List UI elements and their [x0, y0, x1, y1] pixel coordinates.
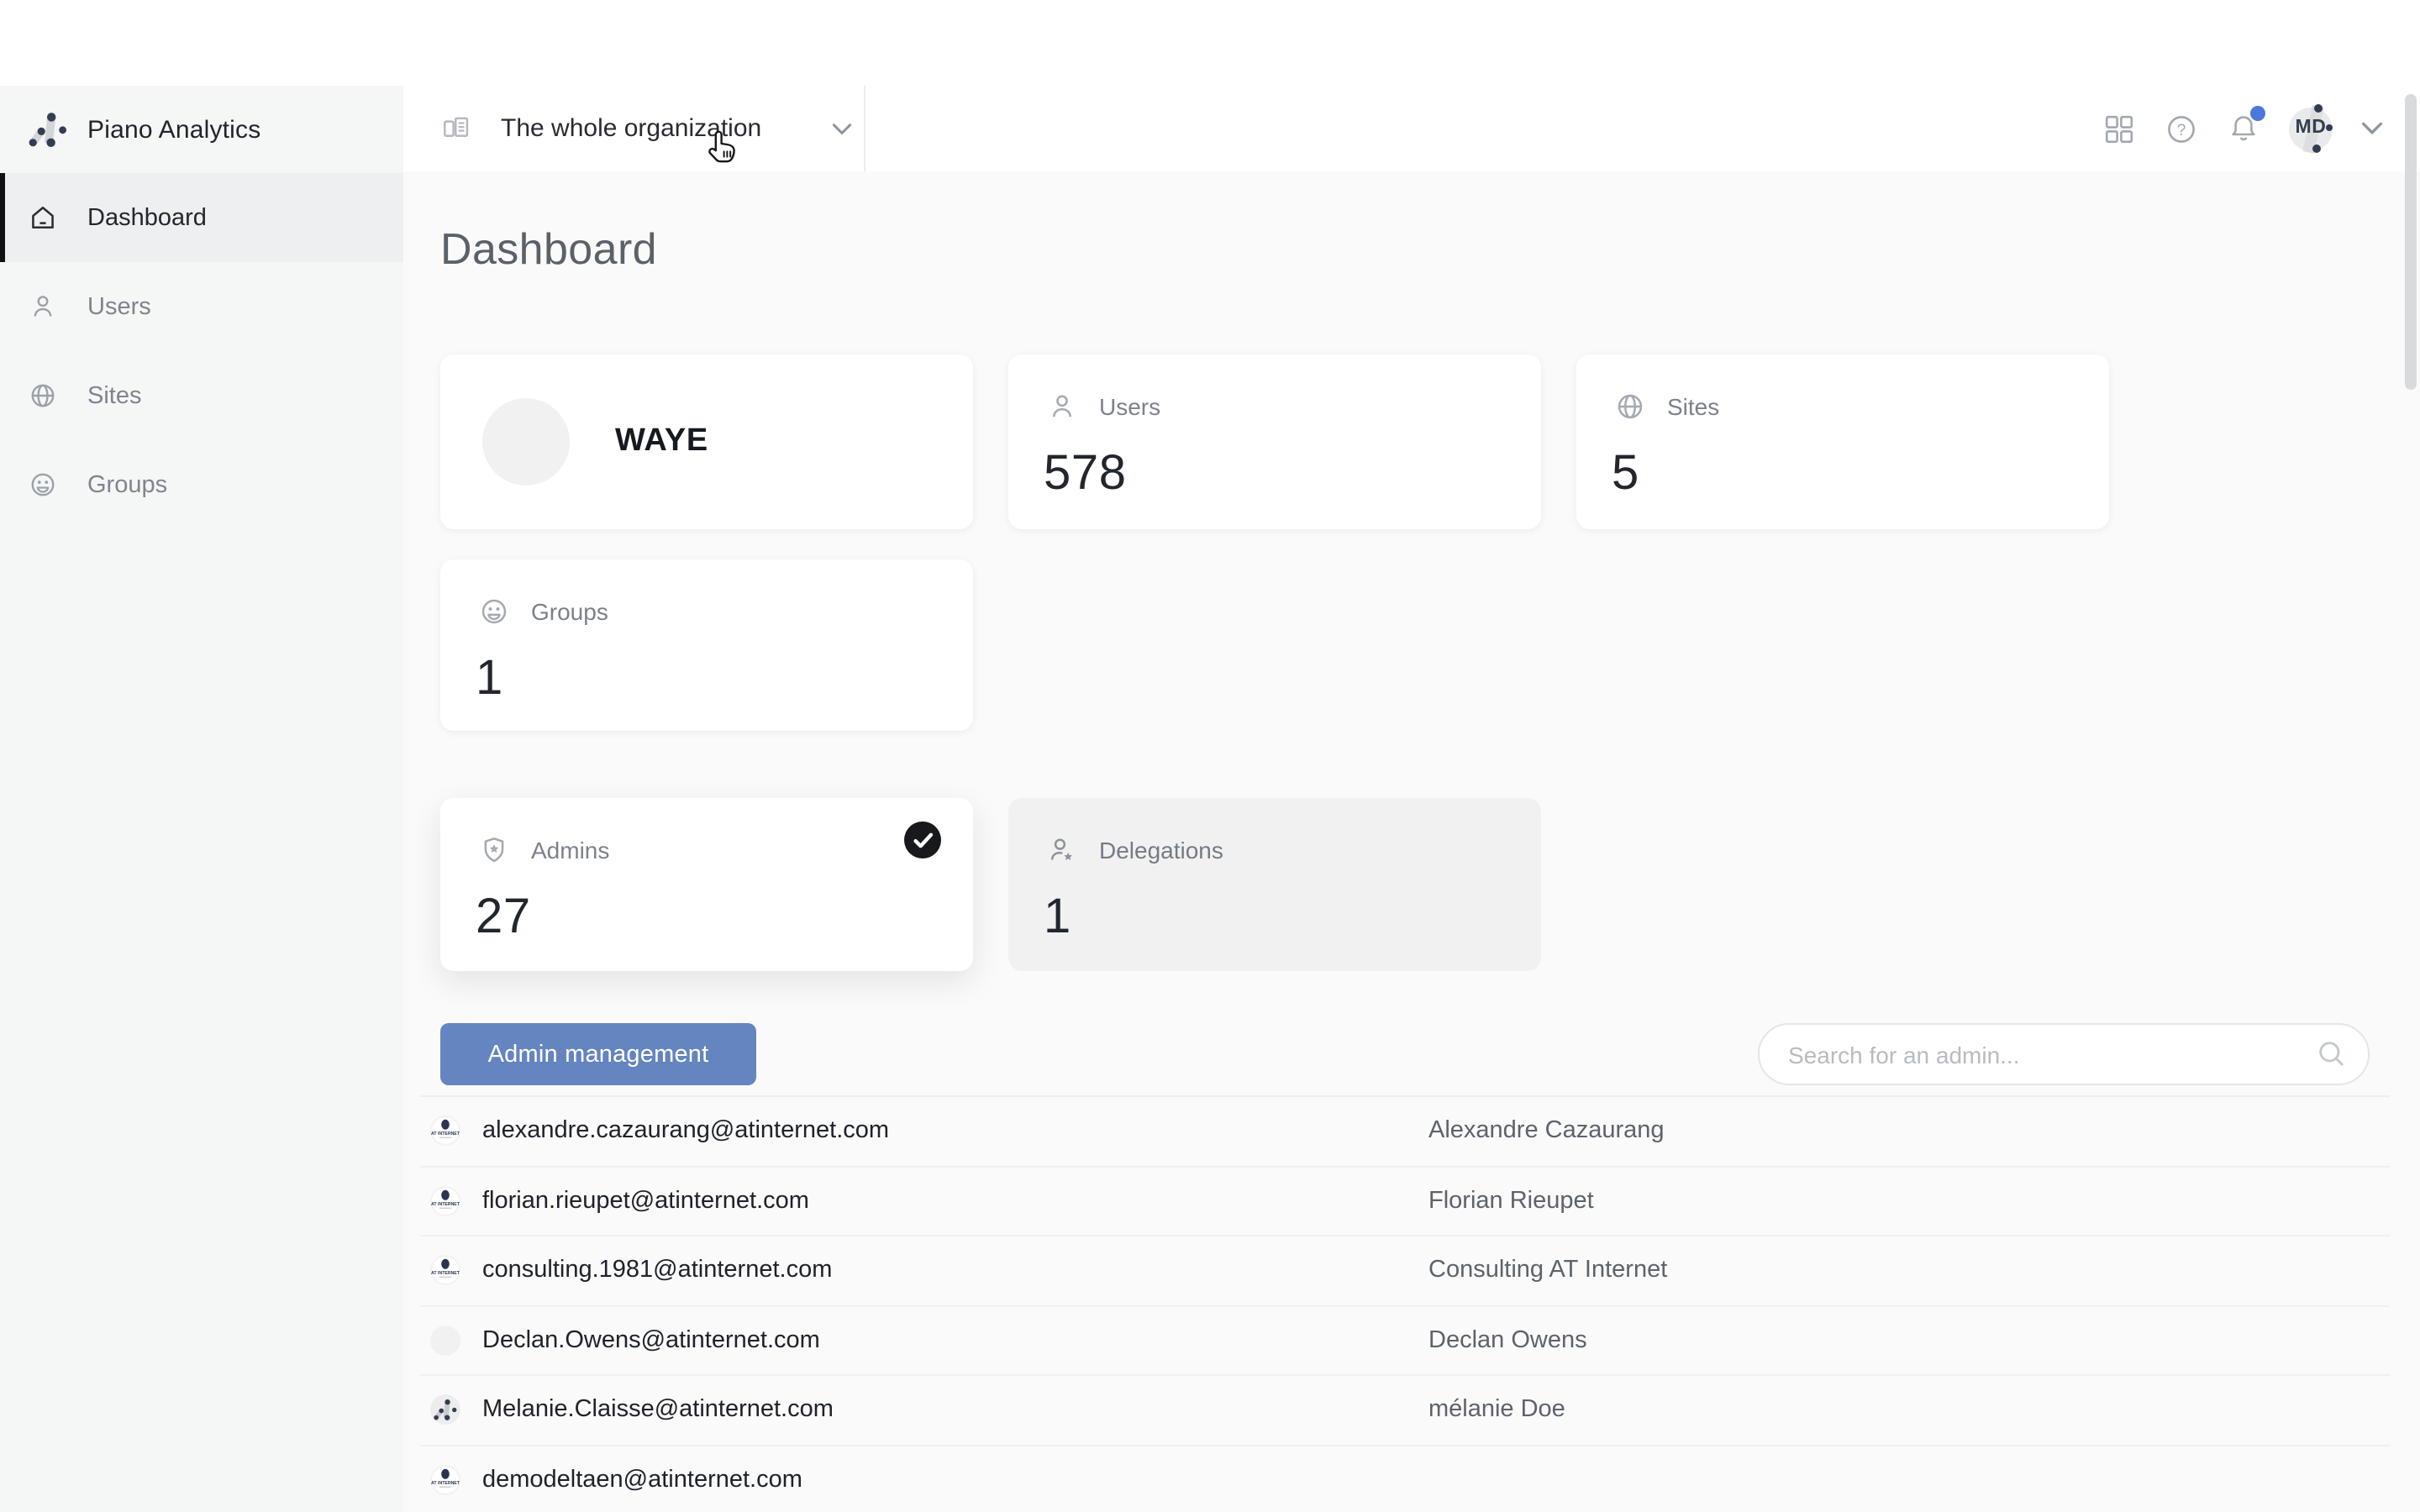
brand-name: Piano Analytics: [87, 115, 260, 144]
sidebar-item-users[interactable]: Users: [0, 262, 403, 351]
page-title: Dashboard: [440, 222, 2370, 276]
globe-icon: [29, 381, 57, 410]
chevron-down-icon: [832, 122, 852, 135]
admin-email: demodeltaen@atinternet.com: [482, 1467, 802, 1494]
admin-list: AT INTERNET alexandre.cazaurang@atintern…: [420, 1095, 2390, 1512]
app-window: Piano Analytics Dashboard Users: [0, 0, 2420, 1512]
admin-name: Consulting AT Internet: [1428, 1257, 1667, 1284]
notifications-bell-icon[interactable]: [2227, 112, 2260, 145]
vertical-scrollbar-thumb[interactable]: [2405, 94, 2417, 390]
svg-text:AT INTERNET: AT INTERNET: [431, 1202, 460, 1207]
card-label: Delegations: [1099, 837, 1223, 864]
groups-stat-card: Groups 1: [440, 559, 973, 731]
sidebar-nav: Dashboard Users Sites: [0, 173, 403, 529]
card-label: Groups: [531, 598, 608, 625]
atinternet-logo-avatar: AT INTERNET: [430, 1256, 460, 1286]
group-face-icon: [479, 596, 509, 627]
admin-toolbar: Admin management: [440, 1023, 2370, 1085]
svg-text:AT INTERNET: AT INTERNET: [431, 1481, 460, 1486]
sidebar-item-label: Groups: [87, 471, 167, 498]
user-avatar[interactable]: MD: [2289, 107, 2333, 150]
organization-avatar: [482, 398, 570, 486]
svg-text:AT INTERNET: AT INTERNET: [431, 1132, 460, 1137]
notification-unread-dot: [2250, 105, 2265, 120]
chevron-down-icon[interactable]: [2361, 121, 2383, 136]
admin-row[interactable]: Declan.Owens@atinternet.com Declan Owens: [420, 1306, 2390, 1376]
admin-name: Alexandre Cazaurang: [1428, 1118, 1665, 1145]
globe-icon: [1615, 391, 1645, 422]
shield-star-icon: [479, 835, 509, 865]
check-icon: [912, 831, 934, 849]
card-value: 1: [1044, 890, 1541, 946]
sidebar-item-dashboard[interactable]: Dashboard: [0, 173, 403, 262]
avatar-logo-dot: [2326, 123, 2333, 130]
organization-icon: [440, 113, 472, 144]
admins-card[interactable]: Admins 27: [440, 798, 973, 971]
card-value: 5: [1612, 447, 2109, 502]
admin-cards-row: Admins 27 Delegations: [440, 798, 2370, 971]
help-icon[interactable]: ?: [2165, 112, 2198, 145]
card-label: Users: [1099, 393, 1160, 420]
topbar-divider: [864, 86, 865, 171]
admin-row[interactable]: Melanie.Claisse@atinternet.com mélanie D…: [420, 1376, 2390, 1446]
admin-row[interactable]: AT INTERNET alexandre.cazaurang@atintern…: [420, 1097, 2390, 1167]
home-icon: [29, 203, 57, 232]
users-stat-card: Users 578: [1008, 354, 1541, 529]
sidebar-item-label: Sites: [87, 382, 142, 409]
avatar-logo-dot: [2312, 144, 2321, 152]
admin-search: [1758, 1023, 2370, 1085]
atinternet-logo-avatar: AT INTERNET: [430, 1116, 460, 1147]
org-selector[interactable]: The whole organization: [440, 86, 852, 171]
card-value: 27: [476, 890, 973, 946]
user-icon: [1047, 391, 1077, 422]
admin-email: alexandre.cazaurang@atinternet.com: [482, 1118, 889, 1145]
admin-email: Melanie.Claisse@atinternet.com: [482, 1397, 834, 1424]
card-label: Sites: [1667, 393, 1719, 420]
sidebar-item-sites[interactable]: Sites: [0, 351, 403, 440]
sidebar-item-label: Dashboard: [87, 204, 207, 231]
piano-analytics-logo-icon: [29, 111, 67, 148]
admin-name: Florian Rieupet: [1428, 1188, 1594, 1215]
group-face-icon: [29, 470, 57, 499]
organization-card: WAYE: [440, 354, 973, 529]
search-icon[interactable]: [2316, 1038, 2348, 1070]
admin-name: mélanie Doe: [1428, 1397, 1565, 1424]
admin-row[interactable]: AT INTERNET florian.rieupet@atinternet.c…: [420, 1167, 2390, 1236]
user-star-icon: [1047, 835, 1077, 865]
piano-logo-avatar: [430, 1395, 460, 1425]
sidebar-item-groups[interactable]: Groups: [0, 440, 403, 529]
svg-text:?: ?: [2177, 121, 2186, 139]
admin-row[interactable]: AT INTERNET demodeltaen@atinternet.com: [420, 1446, 2390, 1512]
admin-email: florian.rieupet@atinternet.com: [482, 1188, 809, 1215]
main-content: Dashboard WAYE Users 578: [403, 171, 2420, 1512]
topbar: The whole organization ?: [403, 86, 2420, 171]
atinternet-logo-avatar: AT INTERNET: [430, 1186, 460, 1216]
topbar-actions: ? MD: [2102, 86, 2383, 171]
admin-row[interactable]: AT INTERNET consulting.1981@atinternet.c…: [420, 1236, 2390, 1306]
avatar-logo-dot: [2314, 103, 2323, 112]
admin-email: consulting.1981@atinternet.com: [482, 1257, 832, 1284]
overview-cards-row: WAYE Users 578: [440, 354, 2370, 529]
delegations-card[interactable]: Delegations 1: [1008, 798, 1541, 971]
sites-stat-card: Sites 5: [1576, 354, 2109, 529]
admin-management-button[interactable]: Admin management: [440, 1023, 756, 1085]
card-value: 578: [1044, 447, 1541, 502]
card-value: 1: [476, 652, 973, 707]
admin-email: Declan.Owens@atinternet.com: [482, 1327, 820, 1354]
card-label: Admins: [531, 837, 609, 864]
plain-avatar: [430, 1326, 460, 1356]
org-selector-label: The whole organization: [501, 114, 761, 143]
apps-grid-icon[interactable]: [2102, 112, 2136, 145]
selected-check-badge: [904, 822, 941, 858]
brand: Piano Analytics: [0, 86, 403, 173]
admin-search-input[interactable]: [1758, 1023, 2370, 1085]
admin-name: Declan Owens: [1428, 1327, 1587, 1354]
svg-text:AT INTERNET: AT INTERNET: [431, 1272, 460, 1277]
sidebar-item-label: Users: [87, 293, 151, 320]
groups-cards-row: Groups 1: [440, 559, 2370, 731]
user-icon: [29, 292, 57, 321]
atinternet-logo-avatar: AT INTERNET: [430, 1465, 460, 1495]
organization-name: WAYE: [615, 423, 708, 460]
sidebar: Piano Analytics Dashboard Users: [0, 86, 403, 1512]
